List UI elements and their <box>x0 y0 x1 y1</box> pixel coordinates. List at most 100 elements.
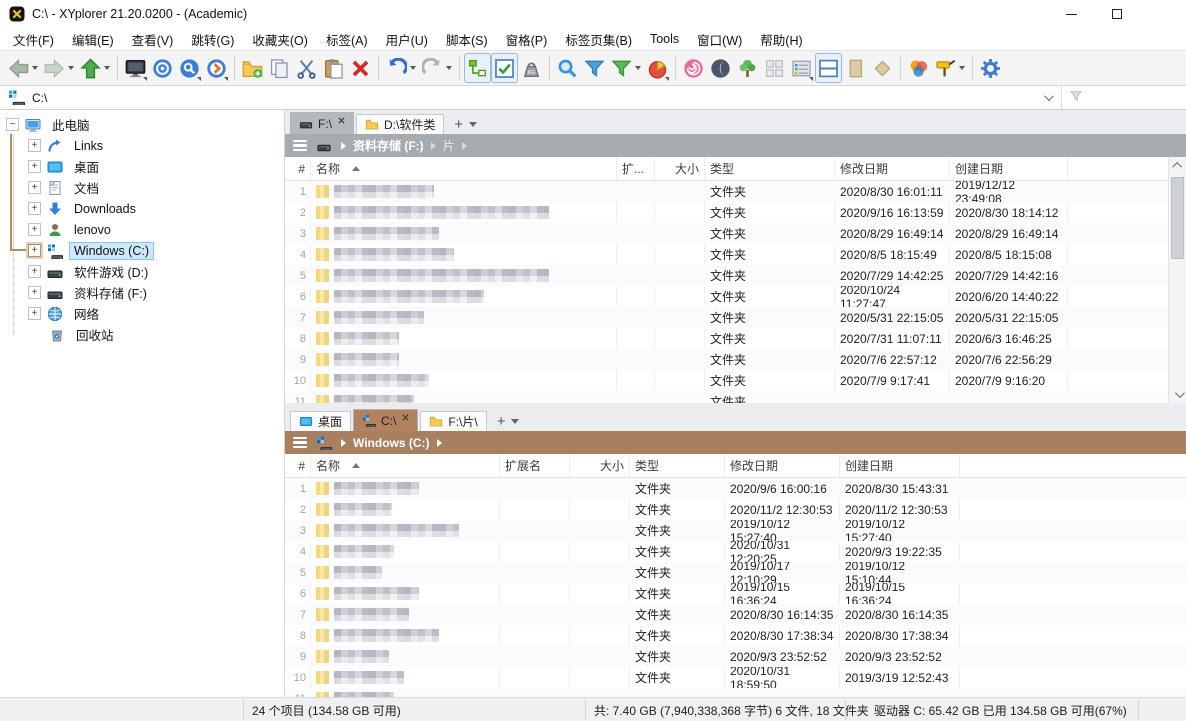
dropdown-caret-icon[interactable] <box>410 66 416 70</box>
colors-button[interactable] <box>905 53 932 83</box>
tree-item-0[interactable]: −此电脑 <box>0 114 284 135</box>
collapse-toggle[interactable]: − <box>6 118 19 131</box>
tab-0[interactable]: F:\ <box>290 112 354 134</box>
close-button[interactable] <box>1140 0 1186 28</box>
menu-item-6[interactable]: 用户(U) <box>377 28 437 51</box>
column-header-5[interactable]: 修改日期 <box>835 157 950 180</box>
file-row-9[interactable]: 9文件夹2020/9/3 23:52:522020/9/3 23:52:52 <box>285 646 1186 667</box>
scrollbar-thumb[interactable] <box>1171 177 1184 259</box>
file-row-3[interactable]: 3文件夹2020/8/29 16:49:142020/8/29 16:49:14 <box>285 223 1186 244</box>
column-header-1[interactable]: 名称 <box>311 157 617 180</box>
paint-roller-button[interactable] <box>932 53 968 83</box>
file-row-6[interactable]: 6文件夹2019/10/15 16:36:242019/10/15 16:36:… <box>285 583 1186 604</box>
column-header-4[interactable]: 类型 <box>630 454 725 477</box>
spiral-button[interactable] <box>680 53 707 83</box>
expand-toggle[interactable]: + <box>28 307 41 320</box>
file-row-1[interactable]: 1文件夹2020/9/6 16:00:162020/8/30 15:43:31 <box>285 478 1186 499</box>
column-header-0[interactable]: # <box>285 454 311 477</box>
tree-item-9[interactable]: +网络 <box>0 303 284 324</box>
tree-button[interactable] <box>734 53 761 83</box>
expand-toggle[interactable]: + <box>28 160 41 173</box>
menu-item-2[interactable]: 查看(V) <box>123 28 183 51</box>
back-button[interactable] <box>5 53 41 83</box>
file-row-3[interactable]: 3文件夹2019/10/12 15:27:402019/10/12 15:27:… <box>285 520 1186 541</box>
search-button[interactable] <box>554 53 581 83</box>
forward-button[interactable] <box>41 53 77 83</box>
column-header-0[interactable]: # <box>285 157 311 180</box>
menu-item-4[interactable]: 收藏夹(O) <box>243 28 317 51</box>
address-bar[interactable]: C:\ <box>0 86 1186 110</box>
tab-1[interactable]: C:\ <box>353 409 418 431</box>
new-tab-button[interactable]: + <box>497 414 506 429</box>
column-header-6[interactable]: 创建日期 <box>840 454 960 477</box>
column-header-6[interactable]: 创建日期 <box>950 157 1068 180</box>
tree-item-1[interactable]: +Links <box>0 135 284 156</box>
new-folder-button[interactable] <box>239 53 266 83</box>
paste-button[interactable] <box>320 53 347 83</box>
diamond-button[interactable] <box>869 53 896 83</box>
file-row-8[interactable]: 8文件夹2020/7/31 11:07:112020/6/3 16:46:25 <box>285 328 1186 349</box>
file-row-10[interactable]: 10文件夹2020/10/31 18:59:502019/3/19 12:52:… <box>285 667 1186 688</box>
tab-list-caret-icon[interactable] <box>511 419 519 424</box>
dropdown-caret-icon[interactable] <box>68 66 74 70</box>
menu-item-11[interactable]: 窗口(W) <box>688 28 751 51</box>
tree-item-3[interactable]: +文档 <box>0 177 284 198</box>
menu-item-7[interactable]: 脚本(S) <box>437 28 497 51</box>
search-circle-button[interactable] <box>176 53 203 83</box>
address-path[interactable]: C:\ <box>32 91 47 105</box>
list-view-button[interactable] <box>788 53 815 83</box>
tree-toggle-button[interactable] <box>464 53 491 83</box>
grid-button[interactable] <box>761 53 788 83</box>
tab-0[interactable]: 桌面 <box>290 411 351 431</box>
expand-toggle[interactable]: + <box>28 286 41 299</box>
hamburger-menu-icon[interactable] <box>293 434 307 451</box>
expand-toggle[interactable]: + <box>28 265 41 278</box>
file-row-1[interactable]: 1文件夹2020/8/30 16:01:112019/12/12 23:49:0… <box>285 181 1186 202</box>
go-circle-button[interactable] <box>203 53 230 83</box>
redo-button[interactable] <box>419 53 455 83</box>
tab-list-caret-icon[interactable] <box>469 122 477 127</box>
tab-close-button[interactable] <box>338 117 345 124</box>
monitor-button[interactable] <box>122 53 149 83</box>
file-row-5[interactable]: 5文件夹2020/7/29 14:42:252020/7/29 14:42:16 <box>285 265 1186 286</box>
file-row-4[interactable]: 4文件夹2020/10/31 12:20:252020/9/3 19:22:35 <box>285 541 1186 562</box>
pie-button[interactable] <box>644 53 671 83</box>
maximize-button[interactable] <box>1094 0 1140 28</box>
minimize-button[interactable] <box>1048 0 1094 28</box>
tab-1[interactable]: D:\软件类 <box>356 114 444 134</box>
filter-green-button[interactable] <box>608 53 644 83</box>
up-button[interactable] <box>77 53 113 83</box>
dropdown-caret-icon[interactable] <box>446 66 452 70</box>
breadcrumb-segment[interactable]: 片 <box>443 137 455 154</box>
tab-close-button[interactable] <box>402 414 409 421</box>
breadcrumb-segment[interactable]: 资料存储 (F:) <box>353 137 424 154</box>
menu-item-0[interactable]: 文件(F) <box>4 28 63 51</box>
file-row-4[interactable]: 4文件夹2020/8/5 18:15:492020/8/5 18:15:08 <box>285 244 1186 265</box>
column-header-4[interactable]: 类型 <box>705 157 835 180</box>
file-row-6[interactable]: 6文件夹2020/10/24 11:27:472020/6/20 14:40:2… <box>285 286 1186 307</box>
delete-button[interactable] <box>347 53 374 83</box>
tab-2[interactable]: F:\片\ <box>420 411 486 431</box>
column-header-3[interactable]: 大小 <box>570 454 630 477</box>
filter-blue-button[interactable] <box>581 53 608 83</box>
file-row-2[interactable]: 2文件夹2020/11/2 12:30:532020/11/2 12:30:53 <box>285 499 1186 520</box>
menu-item-12[interactable]: 帮助(H) <box>751 28 811 51</box>
split-button[interactable] <box>815 53 842 83</box>
expand-toggle[interactable]: + <box>28 223 41 236</box>
copy-button[interactable] <box>266 53 293 83</box>
vertical-scrollbar[interactable] <box>1168 157 1186 403</box>
column-header-2[interactable]: 扩... <box>617 157 655 180</box>
tree-item-8[interactable]: +资料存储 (F:) <box>0 282 284 303</box>
column-header-1[interactable]: 名称 <box>311 454 500 477</box>
tree-item-6[interactable]: +Windows (C:) <box>0 240 284 261</box>
file-row-11[interactable]: 11 <box>285 688 1186 697</box>
expand-toggle[interactable]: + <box>28 244 41 257</box>
address-dropdown-button[interactable] <box>1033 86 1061 109</box>
column-header-2[interactable]: 扩展名 <box>500 454 570 477</box>
dropdown-caret-icon[interactable] <box>104 66 110 70</box>
scroll-down-button[interactable] <box>1169 386 1186 403</box>
file-row-8[interactable]: 8文件夹2020/8/30 17:38:342020/8/30 17:38:34 <box>285 625 1186 646</box>
file-row-10[interactable]: 10文件夹2020/7/9 9:17:412020/7/9 9:16:20 <box>285 370 1186 391</box>
file-row-9[interactable]: 9文件夹2020/7/6 22:57:122020/7/6 22:56:29 <box>285 349 1186 370</box>
settings-button[interactable] <box>977 53 1004 83</box>
